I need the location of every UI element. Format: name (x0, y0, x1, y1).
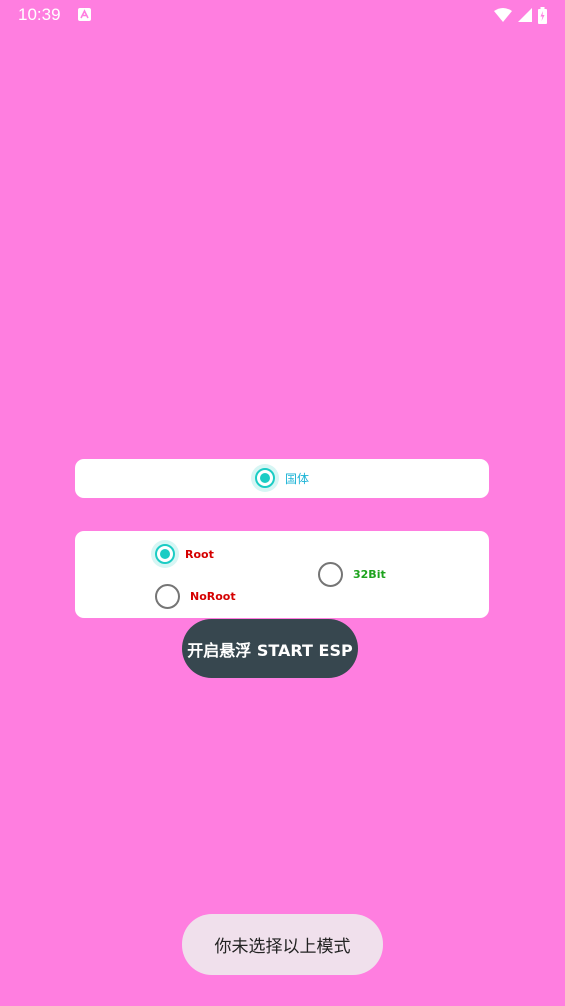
toast-message: 你未选择以上模式 (182, 914, 383, 975)
system-icons (494, 6, 547, 24)
font-radio-label: 国体 (285, 471, 310, 486)
noroot-radio-button[interactable] (155, 584, 180, 609)
mode-option-card: Root NoRoot 32Bit (75, 531, 489, 618)
root-radio-button[interactable] (155, 544, 175, 564)
font-radio-button[interactable] (255, 468, 275, 488)
cell-signal-icon (518, 8, 532, 22)
font-option-card: 国体 (75, 459, 489, 498)
status-bar: 10:39 (0, 0, 565, 30)
noroot-radio-option[interactable]: NoRoot (155, 584, 236, 609)
32bit-radio-option[interactable]: 32Bit (318, 562, 386, 587)
root-radio-option[interactable]: Root (155, 544, 214, 564)
notification-app-icon (78, 8, 91, 21)
start-esp-button[interactable]: 开启悬浮 START ESP (182, 619, 358, 678)
battery-icon (538, 6, 547, 24)
font-radio-option[interactable]: 国体 (255, 468, 309, 488)
wifi-icon (494, 8, 512, 22)
32bit-radio-button[interactable] (318, 562, 343, 587)
root-radio-label: Root (185, 547, 214, 561)
32bit-radio-label: 32Bit (353, 568, 386, 581)
noroot-radio-label: NoRoot (190, 590, 236, 603)
status-time: 10:39 (18, 5, 61, 24)
